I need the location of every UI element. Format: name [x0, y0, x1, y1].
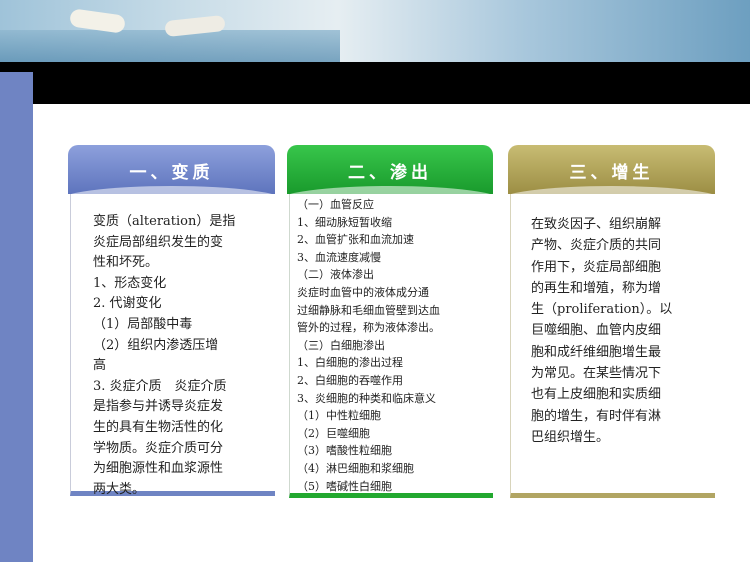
panel-alteration: 变质（alteration）是指 炎症局部组织发生的变 性和坏死。 1、形态变化 2. …	[70, 194, 275, 497]
text-line: （2）组织内渗透压增	[93, 337, 219, 353]
text-line: 性和坏死。	[93, 255, 159, 271]
text-line: 2、血管扩张和血流加速	[297, 233, 414, 247]
tab-exudation: 二、渗出	[287, 145, 493, 194]
text-line: 胞的增生，有时伴有淋	[531, 408, 662, 424]
text-line: （二）液体渗出	[297, 268, 374, 282]
panel-proliferation: 在致炎因子、组织崩解 产物、炎症介质的共同 作用下，炎症局部细胞 的再生和增殖，称为增…	[510, 194, 715, 498]
text-line: （5）嗜碱性白细胞	[297, 479, 392, 493]
text-line: 产物、炎症介质的共同	[531, 238, 662, 254]
text-line: 3. 炎症介质 炎症介质	[93, 378, 227, 394]
text-line: 也有上皮细胞和实质细	[531, 387, 662, 403]
tab-proliferation-label: 三、增生	[569, 163, 654, 183]
text-line: 过细静脉和毛细血管壁到达血	[297, 303, 440, 317]
tab-exudation-label: 二、渗出	[348, 163, 432, 183]
text-line: 2、白细胞的吞噬作用	[297, 373, 403, 387]
text-line: 3、血流速度减慢	[297, 250, 381, 264]
text-line: （3）嗜酸性粒细胞	[297, 444, 392, 458]
text-line: 为细胞源性和血浆源性	[93, 461, 224, 477]
text-line: 为常见。在某些情况下	[531, 366, 662, 382]
panel-exudation: （一）血管反应 1、细动脉短暂收缩 2、血管扩张和血流加速 3、血流速度减慢 （二）液…	[289, 194, 493, 498]
left-sidebar-stripe	[0, 72, 33, 562]
text-line: 作用下，炎症局部细胞	[531, 259, 662, 275]
text-line: 2. 代谢变化	[93, 296, 162, 312]
text-line: 1、白细胞的渗出过程	[297, 356, 403, 370]
text-line: 是指参与并诱导炎症发	[93, 399, 224, 415]
text-line: 1、细动脉短暂收缩	[297, 215, 392, 229]
text-line: 巴组织增生。	[531, 429, 610, 445]
tab-alteration: 一、变质	[68, 145, 275, 194]
text-line: 3、炎细胞的种类和临床意义	[297, 391, 436, 405]
title-bar	[0, 62, 750, 104]
text-line: 在致炎因子、组织崩解	[531, 217, 662, 232]
text-line: 管外的过程，称为液体渗出。	[297, 321, 440, 335]
text-line: 炎症局部组织发生的变	[93, 234, 224, 250]
text-line: 胞和成纤维细胞增生最	[531, 344, 662, 360]
text-line: （一）血管反应	[297, 198, 374, 211]
text-line: 巨噬细胞、血管内皮细	[531, 323, 662, 339]
text-line: （1）中性粒细胞	[297, 409, 381, 423]
text-line: （三）白细胞渗出	[297, 338, 385, 352]
text-line: 学物质。炎症介质可分	[93, 440, 224, 456]
text-line: 1、形态变化	[93, 275, 167, 291]
text-line: 生（proliferation）。以	[531, 302, 673, 318]
text-line: 生的具有生物活性的化	[93, 419, 224, 435]
header-banner-image	[0, 0, 750, 62]
text-line: 高	[93, 358, 107, 374]
tab-proliferation: 三、增生	[508, 145, 715, 194]
text-line: 的再生和增殖，称为增	[531, 280, 662, 296]
text-line: （1）局部酸中毒	[93, 316, 193, 332]
text-line: （2）巨噬细胞	[297, 426, 370, 440]
text-line: （4）淋巴细胞和浆细胞	[297, 461, 414, 475]
text-line: 变质（alteration）是指	[93, 214, 236, 229]
tab-alteration-label: 一、变质	[129, 163, 214, 183]
text-line: 两大类。	[93, 481, 146, 497]
text-line: 炎症时血管中的液体成分通	[297, 285, 429, 299]
